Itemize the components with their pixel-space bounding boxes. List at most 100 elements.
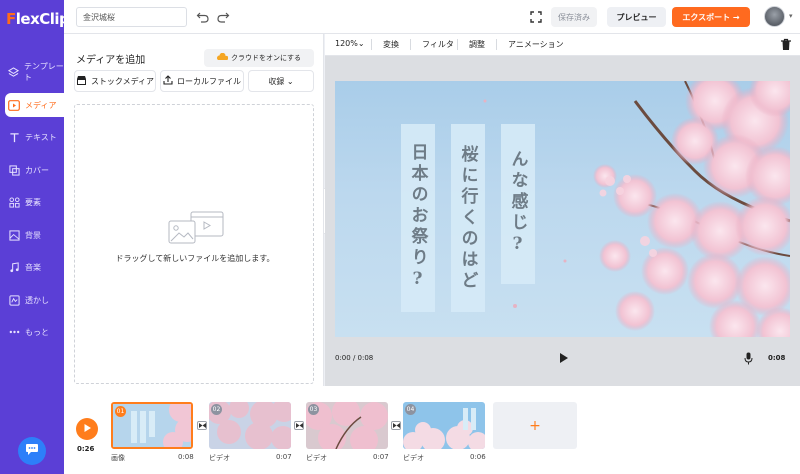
stock-media-button[interactable]: ストックメディア: [74, 70, 156, 92]
local-file-button[interactable]: ローカルファイル: [160, 70, 244, 92]
text-icon: [8, 131, 20, 143]
current-time: 0:00 / 0:08: [335, 354, 374, 362]
transition-icon: [392, 420, 400, 431]
toolbar-divider: [457, 39, 458, 50]
elements-icon: [8, 196, 20, 208]
clip-type-label: ビデオ: [403, 454, 424, 462]
undo-icon[interactable]: [196, 10, 210, 24]
transform-button[interactable]: 変換: [383, 39, 399, 50]
sidebar-item-music[interactable]: 音楽: [0, 255, 64, 279]
timeline-play-button[interactable]: [76, 418, 98, 440]
music-icon: [8, 261, 20, 273]
clip-duration: 0:06: [470, 453, 486, 461]
transition-button[interactable]: [197, 421, 207, 430]
media-panel-title: メディアを追加: [76, 55, 146, 66]
sidebar-item-text[interactable]: テキスト: [0, 125, 64, 149]
video-canvas[interactable]: 日本のお祭り? 桜に行くのはど んな感じ?: [335, 81, 790, 337]
cover-icon: [8, 164, 20, 176]
clip-number: 04: [405, 404, 416, 415]
media-panel: メディアを追加 クラウドをオンにする ストックメディア ローカルファイル 収録 …: [64, 34, 324, 386]
timeline-clip[interactable]: 03: [306, 402, 388, 449]
media-icon: [8, 99, 20, 111]
fit-screen-icon[interactable]: [530, 11, 542, 23]
caption-line-3[interactable]: んな感じ?: [501, 124, 535, 284]
record-dropdown[interactable]: 収録 ⌄: [248, 70, 314, 92]
avatar[interactable]: [764, 6, 785, 27]
microphone-icon[interactable]: [744, 352, 753, 365]
cloud-icon: [216, 52, 229, 63]
editor-area: 120%⌄ 変換 フィルタ 調整 アニメーション 日本のお祭り? 桜に行くのはど…: [325, 34, 800, 386]
top-bar: 保存済み プレビュー エクスポート → ▾: [64, 0, 800, 34]
flexclip-logo[interactable]: FlexClip: [6, 10, 70, 28]
play-icon[interactable]: [559, 352, 569, 364]
timeline: 0:26 01 画像 0:08 02 ビデオ 0:07 03 ビデオ 0:07: [64, 386, 800, 474]
local-file-label: ローカルファイル: [177, 76, 241, 86]
sidebar-item-label: メディア: [25, 100, 57, 110]
saved-status: 保存済み: [551, 7, 597, 27]
background-icon: [8, 229, 20, 241]
transition-button[interactable]: [294, 421, 304, 430]
sidebar-item-cover[interactable]: カバー: [0, 158, 64, 182]
timeline-duration: 0:26: [77, 445, 95, 453]
toolbar-divider: [410, 39, 411, 50]
filter-button[interactable]: フィルタ: [422, 39, 454, 50]
chevron-down-icon[interactable]: ▾: [789, 12, 793, 20]
watermark-icon: [8, 294, 20, 306]
adjust-button[interactable]: 調整: [469, 39, 485, 50]
sidebar-item-media[interactable]: メディア: [5, 93, 64, 117]
sidebar-item-elements[interactable]: 要素: [0, 190, 64, 214]
caption-line-2[interactable]: 桜に行くのはど: [451, 124, 485, 312]
sidebar-item-watermark[interactable]: 透かし: [0, 288, 64, 312]
edit-toolbar: 120%⌄ 変換 フィルタ 調整 アニメーション: [325, 34, 800, 56]
sidebar-item-label: テンプレート: [24, 62, 64, 82]
clip-duration: 0:07: [276, 453, 292, 461]
sidebar-item-label: テキスト: [25, 132, 57, 142]
sidebar-item-more[interactable]: もっと: [0, 320, 64, 344]
total-time: 0:08: [768, 354, 786, 362]
sidebar-item-label: 透かし: [25, 295, 49, 305]
upload-drop-zone[interactable]: ドラッグして新しいファイルを追加します。: [74, 104, 314, 384]
transition-icon: [295, 420, 303, 431]
trash-icon[interactable]: [780, 38, 792, 51]
toolbar-divider: [496, 39, 497, 50]
timeline-clip[interactable]: 04: [403, 402, 485, 449]
chat-icon: [25, 443, 39, 459]
sidebar-item-templates[interactable]: テンプレート: [0, 60, 64, 84]
upload-media-icon: [167, 211, 225, 245]
caption-line-1[interactable]: 日本のお祭り?: [401, 124, 435, 312]
clip-type-label: ビデオ: [209, 454, 230, 462]
redo-icon[interactable]: [216, 10, 230, 24]
sidebar-item-label: もっと: [25, 327, 49, 337]
transition-icon: [198, 420, 206, 431]
enable-cloud-label: クラウドをオンにする: [230, 54, 302, 62]
zoom-select[interactable]: 120%⌄: [335, 39, 365, 48]
sidebar-item-background[interactable]: 背景: [0, 223, 64, 247]
clip-type-label: 画像: [111, 454, 125, 462]
transition-button[interactable]: [391, 421, 401, 430]
store-icon: [76, 75, 87, 87]
add-clip-button[interactable]: +: [493, 402, 577, 449]
sidebar-item-label: 背景: [25, 230, 41, 240]
export-button[interactable]: エクスポート →: [672, 7, 750, 27]
layers-icon: [8, 66, 19, 78]
timeline-clip[interactable]: 01: [111, 402, 193, 449]
play-icon: [83, 423, 92, 436]
preview-button[interactable]: プレビュー: [607, 7, 666, 27]
animation-button[interactable]: アニメーション: [508, 39, 564, 50]
sidebar-item-label: 音楽: [25, 262, 41, 272]
timeline-clip[interactable]: 02: [209, 402, 291, 449]
project-name-input[interactable]: [76, 7, 187, 27]
sidebar-item-label: カバー: [25, 165, 49, 175]
clip-duration: 0:08: [178, 453, 194, 461]
upload-icon: [163, 75, 173, 87]
clip-number: 02: [211, 404, 222, 415]
enable-cloud-button[interactable]: クラウドをオンにする: [204, 49, 314, 67]
clip-type-label: ビデオ: [306, 454, 327, 462]
clip-number: 01: [115, 406, 126, 417]
clip-duration: 0:07: [373, 453, 389, 461]
toolbar-divider: [371, 39, 372, 50]
help-chat-button[interactable]: [18, 437, 46, 465]
playback-bar: 0:00 / 0:08 0:08: [325, 342, 800, 386]
clip-number: 03: [308, 404, 319, 415]
sidebar-item-label: 要素: [25, 197, 41, 207]
